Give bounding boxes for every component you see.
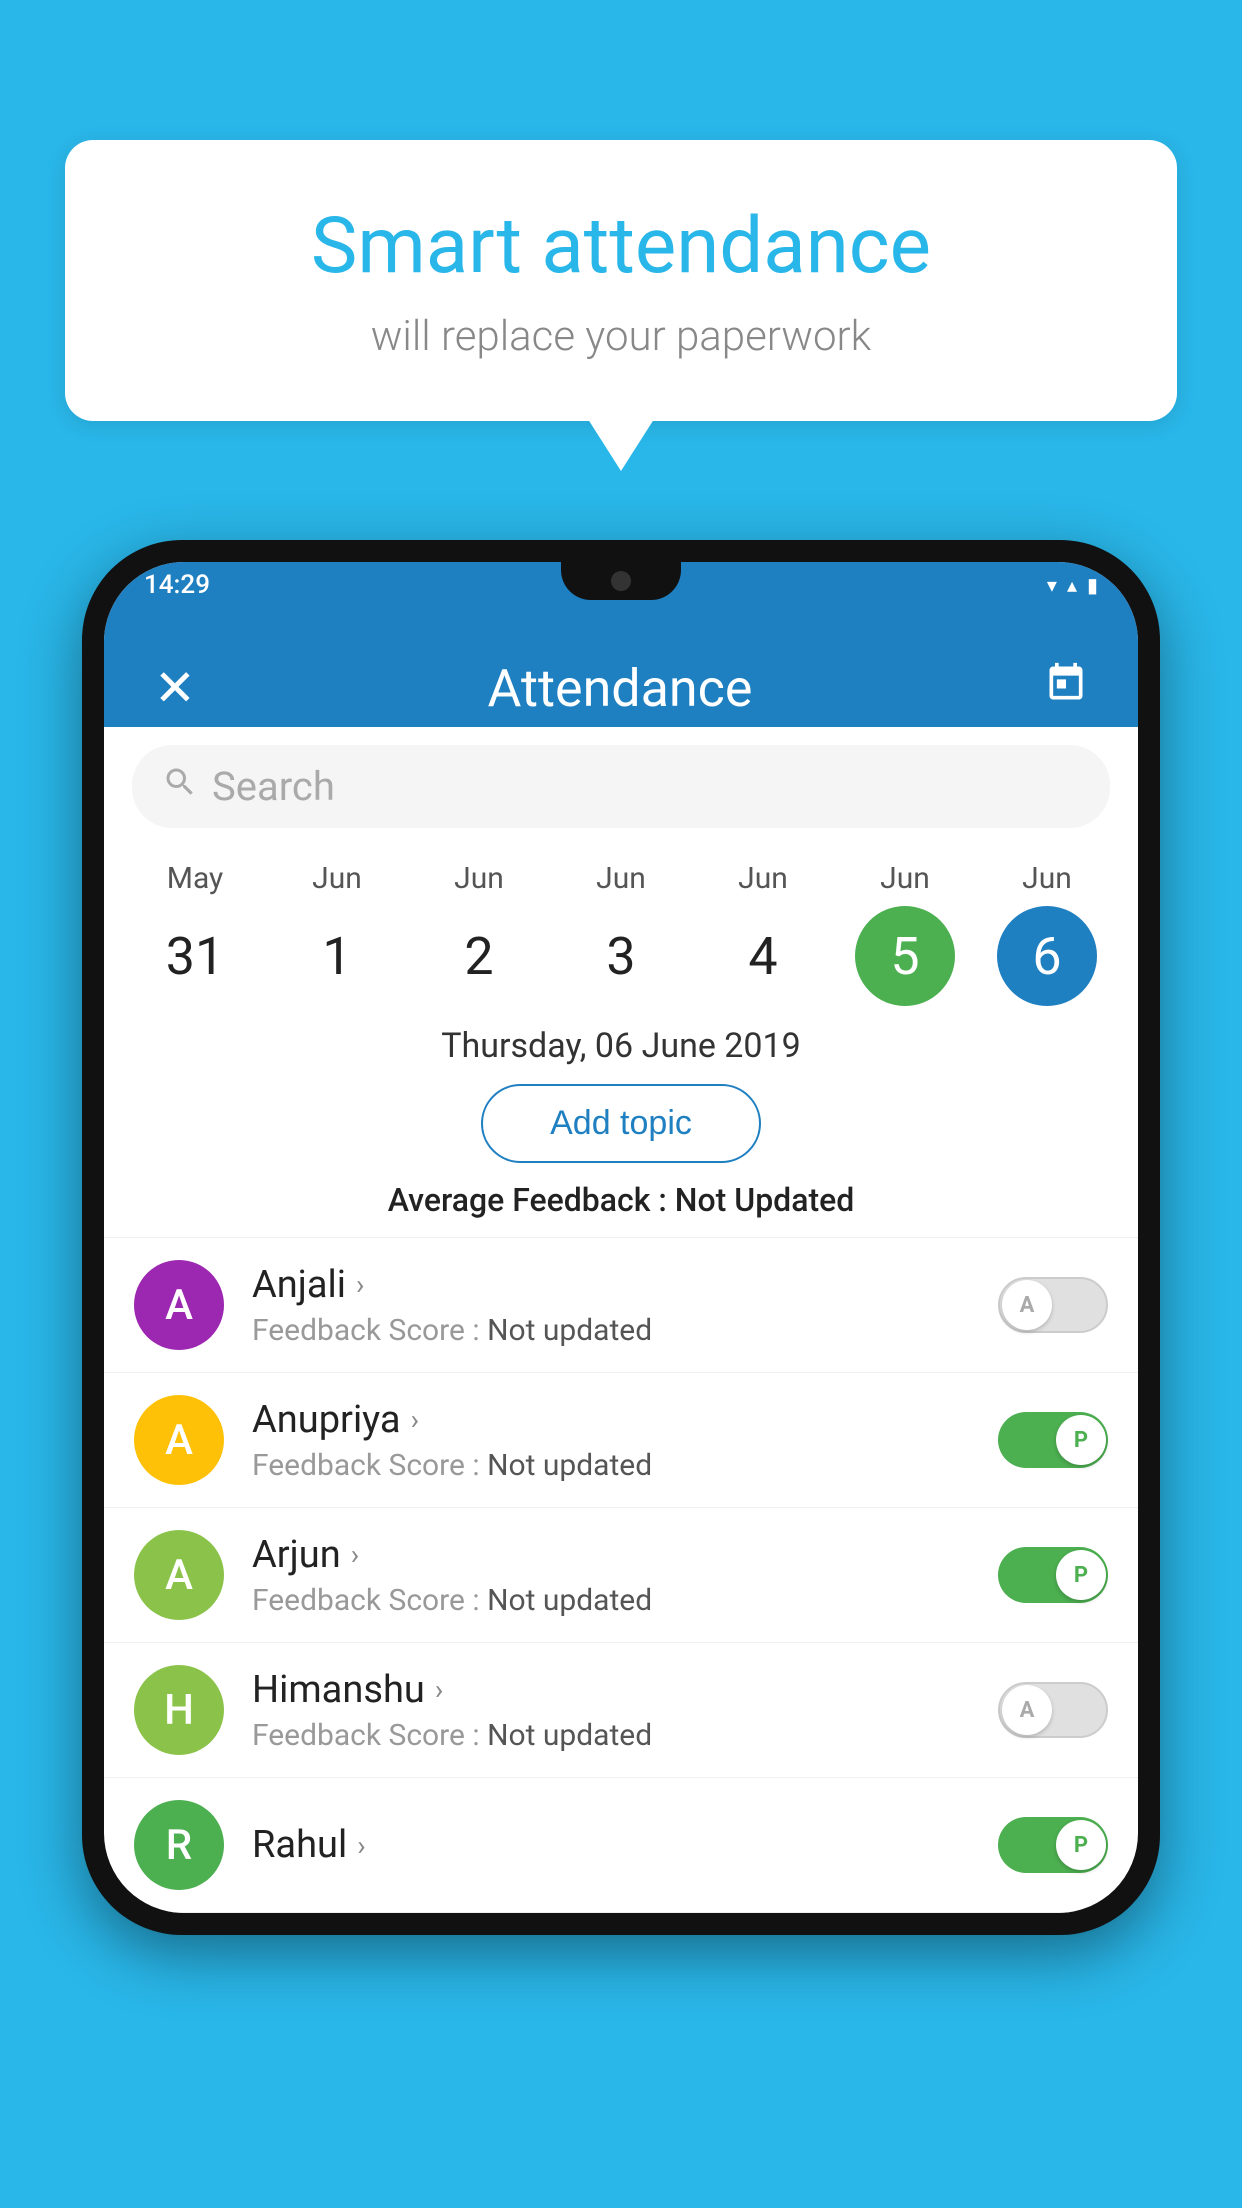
toggle-rahul[interactable]: P	[998, 1817, 1108, 1873]
student-feedback-anjali: Feedback Score : Not updated	[252, 1313, 978, 1348]
student-name-anjali: Anjali ›	[252, 1263, 978, 1307]
avatar-anupriya: A	[134, 1395, 224, 1485]
signal-icon: ▴	[1067, 573, 1077, 597]
toggle-anjali[interactable]: A	[998, 1277, 1108, 1333]
calendar-day-1[interactable]: Jun 1	[277, 861, 397, 1006]
average-feedback: Average Feedback : Not Updated	[104, 1173, 1138, 1237]
search-placeholder: Search	[212, 763, 335, 810]
student-feedback-himanshu: Feedback Score : Not updated	[252, 1718, 978, 1753]
student-name-anupriya: Anupriya ›	[252, 1398, 978, 1442]
avatar-rahul: R	[134, 1800, 224, 1890]
calendar-day-5[interactable]: Jun 5	[845, 861, 965, 1006]
student-feedback-anupriya: Feedback Score : Not updated	[252, 1448, 978, 1483]
toggle-anupriya[interactable]: P	[998, 1412, 1108, 1468]
selected-date: Thursday, 06 June 2019	[104, 1006, 1138, 1074]
student-item-rahul[interactable]: R Rahul › P	[104, 1777, 1138, 1913]
chevron-arjun: ›	[351, 1538, 359, 1571]
calendar-months-row: May 31 Jun 1 Jun 2 Jun 3 Jun 4	[104, 846, 1138, 1006]
close-button[interactable]: ✕	[154, 659, 196, 718]
toggle-switch-himanshu[interactable]: A	[998, 1682, 1108, 1738]
toggle-switch-anupriya[interactable]: P	[998, 1412, 1108, 1468]
toggle-himanshu[interactable]: A	[998, 1682, 1108, 1738]
student-item-arjun[interactable]: A Arjun › Feedback Score : Not updated P	[104, 1507, 1138, 1642]
chevron-rahul: ›	[357, 1829, 365, 1862]
bubble-subtitle: will replace your paperwork	[145, 312, 1097, 361]
student-name-himanshu: Himanshu ›	[252, 1668, 978, 1712]
phone-frame: 14:29 ▾ ▴ ▮ ✕ Attendance S	[82, 540, 1160, 1935]
toggle-thumb-anupriya: P	[1056, 1415, 1106, 1465]
student-info-rahul: Rahul ›	[252, 1823, 978, 1867]
toggle-thumb-himanshu: A	[1002, 1685, 1052, 1735]
calendar-day-0[interactable]: May 31	[135, 861, 255, 1006]
toggle-thumb-arjun: P	[1056, 1550, 1106, 1600]
speech-bubble-container: Smart attendance will replace your paper…	[65, 140, 1177, 421]
avg-feedback-value: Not Updated	[675, 1181, 855, 1219]
student-list: A Anjali › Feedback Score : Not updated …	[104, 1237, 1138, 1913]
wifi-icon: ▾	[1047, 573, 1057, 597]
chevron-himanshu: ›	[435, 1673, 443, 1706]
speech-bubble: Smart attendance will replace your paper…	[65, 140, 1177, 421]
avg-feedback-label: Average Feedback :	[388, 1181, 675, 1219]
student-item-himanshu[interactable]: H Himanshu › Feedback Score : Not update…	[104, 1642, 1138, 1777]
toggle-arjun[interactable]: P	[998, 1547, 1108, 1603]
notch-camera	[611, 571, 631, 591]
student-feedback-arjun: Feedback Score : Not updated	[252, 1583, 978, 1618]
student-info-anupriya: Anupriya › Feedback Score : Not updated	[252, 1398, 978, 1483]
student-info-arjun: Arjun › Feedback Score : Not updated	[252, 1533, 978, 1618]
toggle-switch-rahul[interactable]: P	[998, 1817, 1108, 1873]
phone-screen: 14:29 ▾ ▴ ▮ ✕ Attendance S	[104, 562, 1138, 1913]
student-info-himanshu: Himanshu › Feedback Score : Not updated	[252, 1668, 978, 1753]
toggle-switch-anjali[interactable]: A	[998, 1277, 1108, 1333]
notch	[561, 562, 681, 600]
student-info-anjali: Anjali › Feedback Score : Not updated	[252, 1263, 978, 1348]
student-name-arjun: Arjun ›	[252, 1533, 978, 1577]
app-title: Attendance	[487, 658, 752, 719]
status-icons: ▾ ▴ ▮	[1047, 573, 1098, 597]
avatar-arjun: A	[134, 1530, 224, 1620]
add-topic-button[interactable]: Add topic	[481, 1084, 761, 1163]
toggle-switch-arjun[interactable]: P	[998, 1547, 1108, 1603]
bubble-title: Smart attendance	[145, 200, 1097, 294]
toggle-thumb-anjali: A	[1002, 1280, 1052, 1330]
student-name-rahul: Rahul ›	[252, 1823, 978, 1867]
status-time: 14:29	[144, 570, 210, 600]
calendar-day-4[interactable]: Jun 4	[703, 861, 823, 1006]
chevron-anjali: ›	[356, 1268, 364, 1301]
student-item-anjali[interactable]: A Anjali › Feedback Score : Not updated …	[104, 1237, 1138, 1372]
app-bar: ✕ Attendance	[104, 607, 1138, 727]
avatar-himanshu: H	[134, 1665, 224, 1755]
battery-icon: ▮	[1087, 573, 1098, 597]
calendar-day-6[interactable]: Jun 6	[987, 861, 1107, 1006]
avatar-anjali: A	[134, 1260, 224, 1350]
chevron-anupriya: ›	[411, 1403, 419, 1436]
search-icon	[162, 764, 198, 809]
calendar-icon[interactable]	[1044, 661, 1088, 716]
student-item-anupriya[interactable]: A Anupriya › Feedback Score : Not update…	[104, 1372, 1138, 1507]
calendar-day-2[interactable]: Jun 2	[419, 861, 539, 1006]
phone-container: 14:29 ▾ ▴ ▮ ✕ Attendance S	[82, 540, 1160, 1935]
toggle-thumb-rahul: P	[1056, 1820, 1106, 1870]
calendar-day-3[interactable]: Jun 3	[561, 861, 681, 1006]
search-container[interactable]: Search	[132, 745, 1110, 828]
